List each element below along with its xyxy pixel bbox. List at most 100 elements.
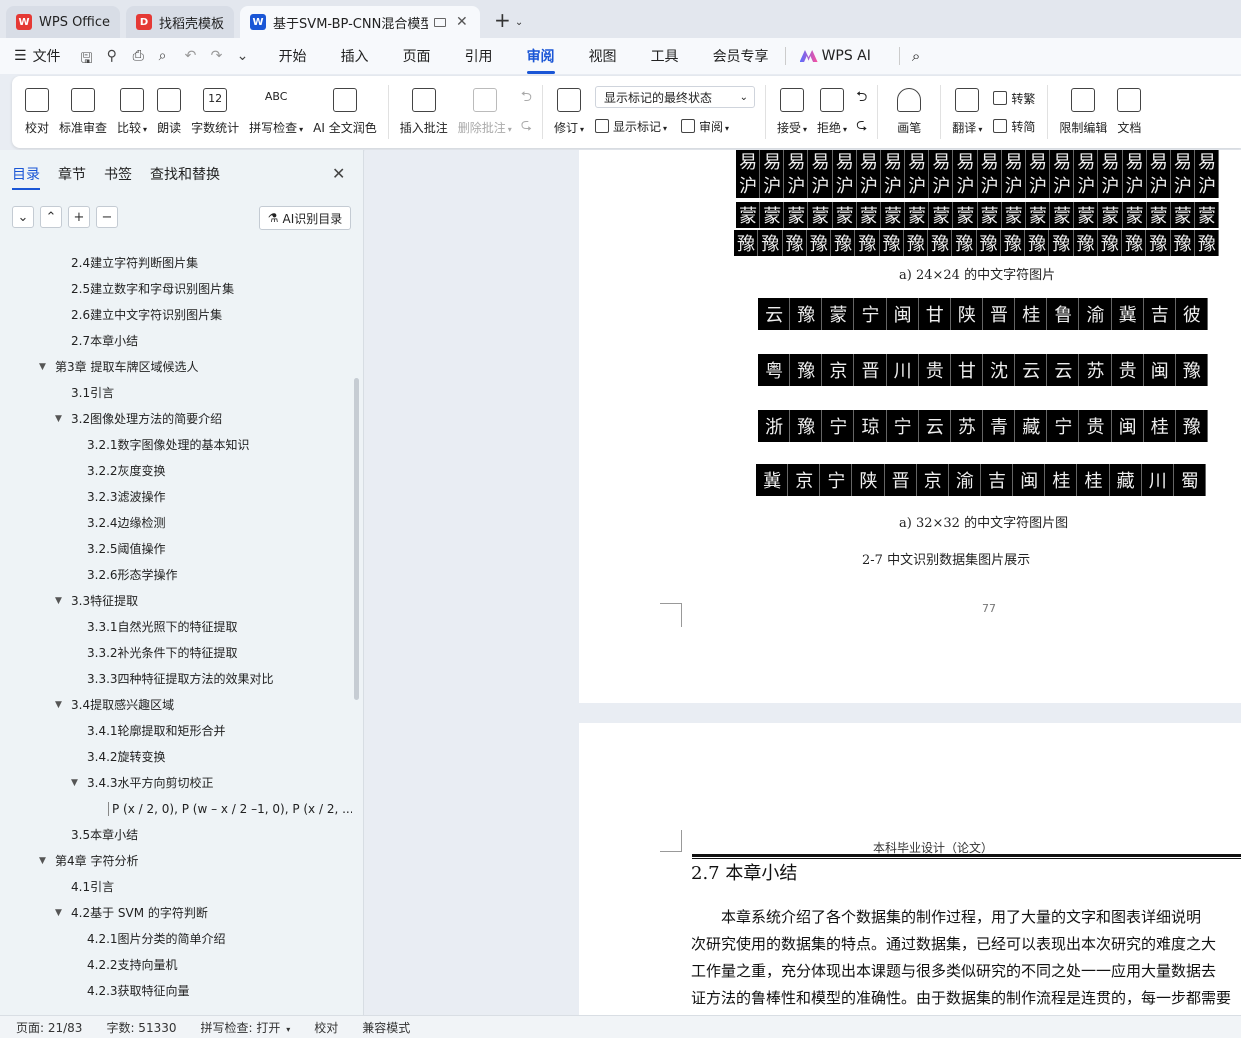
toc-item[interactable]: 3.4.1轮廓提取和矩形合并 [87, 718, 226, 744]
review-pane-button[interactable]: 审阅 ▾ [699, 118, 729, 135]
undo-icon[interactable]: ↶ [185, 48, 201, 64]
toc-item[interactable]: 4.2.2支持向量机 [87, 952, 178, 978]
menu-review[interactable]: 审阅 [526, 46, 555, 74]
menu-home[interactable]: 开始 [279, 46, 307, 66]
menu-insert[interactable]: 插入 [341, 46, 369, 66]
document-button[interactable]: 文档 [1112, 84, 1146, 140]
toc-item[interactable]: ▼ 3.4提取感兴趣区域 [55, 692, 174, 718]
expand-arrow-icon[interactable]: ▼ [55, 588, 62, 614]
toc-item[interactable]: 4.1引言 [71, 874, 114, 900]
previous-change-icon[interactable]: ⮌ [856, 86, 867, 110]
expand-down-icon[interactable]: ⌄ [12, 206, 34, 228]
page-indicator[interactable]: 页面: 21/83 [16, 1019, 82, 1036]
print-preview-icon[interactable]: ⌕ [159, 48, 175, 64]
expand-arrow-icon[interactable]: ▼ [55, 406, 62, 432]
toc-item[interactable]: P (x / 2, 0), P (w – x / 2 –1, 0), P (x … [108, 796, 352, 822]
toc-item[interactable]: 2.7本章小结 [71, 328, 138, 354]
proofread-button[interactable]: 校对 [20, 84, 54, 140]
wps-ai-button[interactable]: WPS AI [799, 48, 871, 64]
standard-review-button[interactable]: 标准审查 [54, 84, 112, 140]
share-icon[interactable]: ⚲ [107, 48, 123, 64]
expand-arrow-icon[interactable]: ▼ [39, 354, 46, 380]
toc-item[interactable]: 3.2.5阈值操作 [87, 536, 166, 562]
show-markup-button[interactable]: 显示标记 ▾ [613, 118, 667, 135]
insert-comment-button[interactable]: 插入批注 [395, 84, 453, 140]
screen-icon[interactable] [434, 17, 447, 27]
toc-item[interactable]: 2.6建立中文字符识别图片集 [71, 302, 222, 328]
expand-arrow-icon[interactable]: ▼ [71, 770, 78, 796]
print-icon[interactable]: ⎙ [133, 48, 149, 64]
tab-bookmarks[interactable]: 书签 [104, 164, 132, 184]
toc-item[interactable]: 3.1引言 [71, 380, 114, 406]
spell-check-button[interactable]: ABC 拼写检查 ▾ [244, 84, 308, 140]
word-count-button[interactable]: 12 字数统计 [186, 84, 244, 140]
restrict-edit-button[interactable]: 限制编辑 [1054, 84, 1112, 140]
document-canvas[interactable]: 易易易易易易易易易易易易易易易易易易易易 沪沪沪沪沪沪沪沪沪沪沪沪沪沪沪沪沪沪沪… [365, 150, 1241, 1015]
menu-member[interactable]: 会员专享 [713, 46, 769, 66]
to-traditional-button[interactable]: 转繁 [993, 86, 1035, 110]
toc-item[interactable]: ▼ 3.4.3水平方向剪切校正 [71, 770, 214, 796]
toc-item[interactable]: 3.2.1数字图像处理的基本知识 [87, 432, 250, 458]
tab-wps-office[interactable]: W WPS Office [6, 6, 121, 38]
expand-arrow-icon[interactable]: ▼ [55, 900, 62, 926]
toc-item[interactable]: 3.5本章小结 [71, 822, 138, 848]
toc-item[interactable]: 2.4建立字符判断图片集 [71, 250, 198, 276]
delete-comment-button[interactable]: 删除批注 ▾ [453, 84, 517, 140]
menu-tools[interactable]: 工具 [651, 46, 679, 66]
toc-item[interactable]: 3.2.3滤波操作 [87, 484, 166, 510]
toc-item[interactable]: 2.5建立数字和字母识别图片集 [71, 276, 234, 302]
expand-arrow-icon[interactable]: ▼ [55, 692, 62, 718]
spell-check-indicator[interactable]: 拼写检查: 打开 ▾ [201, 1019, 291, 1036]
toc-item[interactable]: 4.2.1图片分类的简单介绍 [87, 926, 226, 952]
word-count-indicator[interactable]: 字数: 51330 [106, 1019, 176, 1036]
menu-view[interactable]: 视图 [589, 46, 617, 66]
toc-item[interactable]: ▼ 4.2基于 SVM 的字符判断 [55, 900, 208, 926]
toc-item[interactable]: 3.2.4边缘检测 [87, 510, 166, 536]
ai-polish-button[interactable]: AI 全文润色 [308, 84, 382, 140]
to-simplified-button[interactable]: 转简 [993, 114, 1035, 138]
proofread-indicator[interactable]: 校对 [314, 1019, 338, 1036]
tab-sections[interactable]: 章节 [58, 164, 86, 184]
search-icon[interactable]: ⌕ [912, 47, 920, 65]
translate-button[interactable]: 翻译 ▾ [947, 84, 987, 140]
menu-reference[interactable]: 引用 [465, 46, 493, 66]
toc-item[interactable]: 3.3.2补光条件下的特征提取 [87, 640, 238, 666]
save-icon[interactable]: 🖫 [81, 48, 97, 67]
close-tab-icon[interactable]: ✕ [456, 14, 468, 30]
new-tab-icon[interactable]: + [494, 8, 511, 32]
accept-button[interactable]: 接受 ▾ [772, 84, 812, 140]
redo-icon[interactable]: ↷ [211, 48, 227, 64]
toc-scrollbar[interactable] [354, 378, 359, 700]
markup-state-select[interactable]: 显示标记的最终状态 ⌄ [595, 86, 755, 108]
read-aloud-button[interactable]: 朗读 [152, 84, 186, 140]
tab-find-replace[interactable]: 查找和替换 [150, 164, 220, 184]
toc-item[interactable]: 3.2.6形态学操作 [87, 562, 178, 588]
toc-item[interactable]: 4.2.4字符判断模型的训练与测试 [87, 1004, 262, 1010]
close-panel-icon[interactable]: ✕ [332, 164, 345, 183]
next-comment-icon[interactable]: ⮎ [521, 114, 532, 138]
toc-item[interactable]: 3.2.2灰度变换 [87, 458, 166, 484]
track-changes-button[interactable]: 修订 ▾ [549, 84, 589, 140]
toc-item[interactable]: ▼ 第3章 提取车牌区域候选人 [39, 354, 198, 380]
toc-item[interactable]: 3.3.1自然光照下的特征提取 [87, 614, 238, 640]
tab-document[interactable]: W 基于SVM-BP-CNN混合模型自 ✕ [240, 6, 481, 38]
plus-icon[interactable]: + [68, 206, 90, 228]
toc-item[interactable]: 4.2.3获取特征向量 [87, 978, 190, 1004]
toc-item[interactable]: ▼ 3.2图像处理方法的简要介绍 [55, 406, 222, 432]
toc-item[interactable]: 3.4.2旋转变换 [87, 744, 166, 770]
toc-item[interactable]: ▼ 第4章 字符分析 [39, 848, 138, 874]
chevron-down-icon[interactable]: ⌄ [515, 17, 523, 28]
previous-comment-icon[interactable]: ⮌ [521, 86, 532, 110]
pen-button[interactable]: 画笔 [892, 84, 926, 140]
compare-button[interactable]: 比较 ▾ [112, 84, 152, 140]
toc-item[interactable]: 3.3.3四种特征提取方法的效果对比 [87, 666, 274, 692]
next-change-icon[interactable]: ⮎ [856, 114, 867, 138]
tab-docer-templates[interactable]: D 找稻壳模板 [126, 6, 235, 38]
tab-toc[interactable]: 目录 [12, 164, 40, 190]
reject-button[interactable]: 拒绝 ▾ [812, 84, 852, 140]
collapse-up-icon[interactable]: ⌃ [40, 206, 62, 228]
toc-item[interactable]: ▼ 3.3特征提取 [55, 588, 138, 614]
menu-page[interactable]: 页面 [403, 46, 431, 66]
chevron-down-icon[interactable]: ⌄ [237, 48, 253, 64]
ai-toc-button[interactable]: ⚗ AI识别目录 [259, 206, 351, 230]
